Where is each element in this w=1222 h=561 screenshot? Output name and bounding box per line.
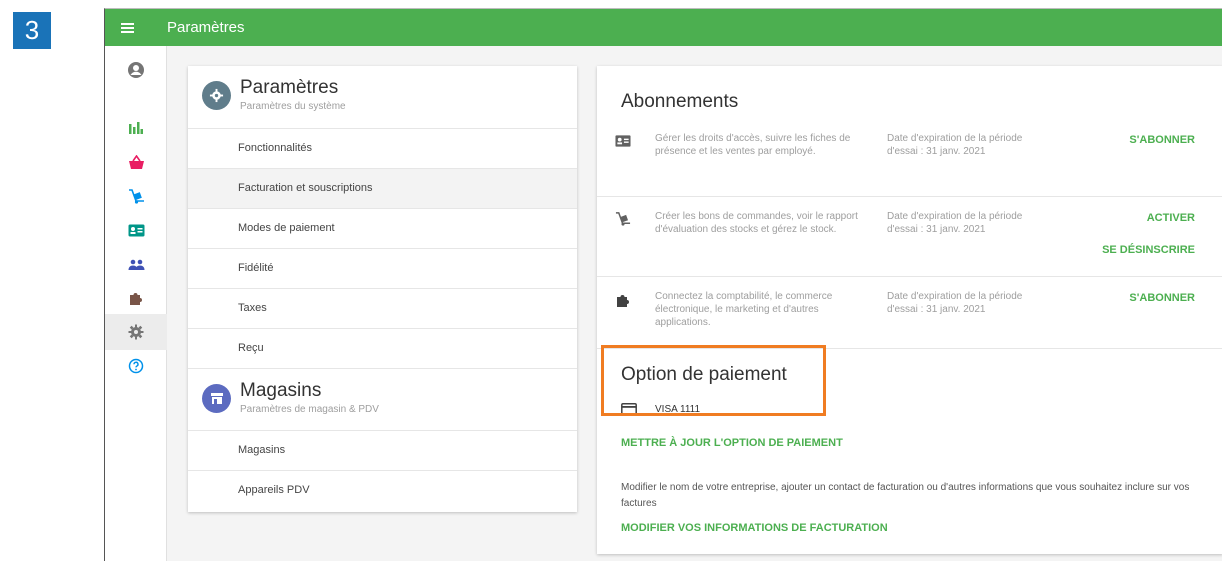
subscription-row-employees: Gérer les droits d'accès, suivre les fic… bbox=[597, 124, 1222, 204]
puzzle-icon bbox=[617, 295, 629, 307]
activate-button[interactable]: ACTIVER bbox=[1147, 212, 1195, 224]
menu-item-receipt[interactable]: Reçu bbox=[188, 328, 577, 368]
app-window: Paramètres Paramètres Paramètres du syst… bbox=[104, 8, 1222, 561]
id-card-icon bbox=[128, 224, 144, 236]
divider bbox=[597, 196, 1222, 197]
bar-chart-icon bbox=[129, 122, 143, 134]
menu-item-label: Taxes bbox=[238, 302, 267, 314]
hand-truck-icon bbox=[128, 188, 144, 204]
people-icon bbox=[128, 259, 144, 270]
basket-icon bbox=[128, 154, 144, 169]
menu-item-label: Fonctionnalités bbox=[238, 142, 312, 154]
subscription-description: Créer les bons de commandes, voir le rap… bbox=[655, 211, 858, 235]
sidebar-item-reports[interactable] bbox=[105, 110, 167, 146]
menu-item-billing[interactable]: Facturation et souscriptions bbox=[188, 168, 577, 208]
payment-option-highlight bbox=[601, 345, 826, 416]
menu-item-pos-devices[interactable]: Appareils PDV bbox=[188, 470, 577, 510]
screenshot: 3 Paramètres Paramètres Paramètres du sy… bbox=[0, 0, 1222, 561]
trial-expiration: Date d'expiration de la période d'essai … bbox=[887, 133, 1023, 157]
sidebar bbox=[105, 46, 167, 561]
menu-item-taxes[interactable]: Taxes bbox=[188, 288, 577, 328]
gear-icon bbox=[128, 324, 144, 340]
menu-item-label: Facturation et souscriptions bbox=[238, 182, 373, 194]
gear-icon bbox=[202, 81, 231, 110]
trial-expiration: Date d'expiration de la période d'essai … bbox=[887, 211, 1023, 235]
trial-expiration: Date d'expiration de la période d'essai … bbox=[887, 291, 1023, 315]
menu-item-label: Magasins bbox=[238, 444, 286, 456]
menu-item-label: Fidélité bbox=[238, 262, 274, 274]
section-title: Magasins bbox=[240, 380, 322, 401]
subscribe-button[interactable]: S'ABONNER bbox=[1129, 134, 1195, 146]
subscription-description: Connectez la comptabilité, le commerce é… bbox=[655, 291, 833, 328]
sidebar-item-sales[interactable] bbox=[105, 144, 167, 180]
menu-item-payment-types[interactable]: Modes de paiement bbox=[188, 208, 577, 248]
edit-billing-info-link[interactable]: MODIFIER VOS INFORMATIONS DE FACTURATION bbox=[621, 522, 888, 534]
section-title: Paramètres bbox=[240, 77, 339, 98]
menu-item-stores[interactable]: Magasins bbox=[188, 430, 577, 470]
puzzle-icon bbox=[130, 293, 142, 305]
store-icon bbox=[202, 384, 231, 413]
subscriptions-title: Abonnements bbox=[621, 91, 739, 112]
sidebar-item-account[interactable] bbox=[105, 52, 167, 88]
hand-truck-icon bbox=[615, 212, 631, 226]
menu-item-features[interactable]: Fonctionnalités bbox=[188, 128, 577, 168]
sidebar-item-help[interactable] bbox=[105, 348, 167, 384]
question-circle-icon bbox=[128, 358, 144, 374]
update-payment-link[interactable]: METTRE À JOUR L'OPTION DE PAIEMENT bbox=[621, 437, 843, 449]
sidebar-item-employees[interactable] bbox=[105, 212, 167, 248]
menu-item-label: Reçu bbox=[238, 342, 264, 354]
subscription-description: Gérer les droits d'accès, suivre les fic… bbox=[655, 133, 851, 157]
billing-card: Abonnements Gérer les droits d'accès, su… bbox=[597, 66, 1222, 554]
sidebar-item-integrations[interactable] bbox=[105, 280, 167, 316]
system-settings-header: Paramètres Paramètres du système bbox=[188, 66, 577, 130]
settings-menu-card: Paramètres Paramètres du système Fonctio… bbox=[188, 66, 577, 512]
user-circle-icon bbox=[128, 62, 144, 78]
page-title: Paramètres bbox=[167, 19, 245, 36]
unsubscribe-button[interactable]: SE DÉSINSCRIRE bbox=[1102, 244, 1195, 256]
sidebar-item-customers[interactable] bbox=[105, 246, 167, 282]
stores-header: Magasins Paramètres de magasin & PDV bbox=[188, 368, 577, 432]
divider bbox=[597, 276, 1222, 277]
section-subtitle: Paramètres de magasin & PDV bbox=[240, 404, 379, 415]
subscribe-button[interactable]: S'ABONNER bbox=[1129, 292, 1195, 304]
step-badge: 3 bbox=[13, 12, 51, 49]
billing-info-text: Modifier le nom de votre entreprise, ajo… bbox=[621, 482, 1190, 509]
menu-item-label: Modes de paiement bbox=[238, 222, 335, 234]
subscription-row-inventory: Créer les bons de commandes, voir le rap… bbox=[597, 202, 1222, 282]
id-card-icon bbox=[615, 135, 631, 147]
menu-item-label: Appareils PDV bbox=[238, 484, 310, 496]
sidebar-item-inventory[interactable] bbox=[105, 178, 167, 214]
section-subtitle: Paramètres du système bbox=[240, 101, 346, 112]
top-bar: Paramètres bbox=[105, 9, 1222, 46]
hamburger-icon[interactable] bbox=[105, 9, 149, 46]
menu-item-loyalty[interactable]: Fidélité bbox=[188, 248, 577, 288]
sidebar-item-settings[interactable] bbox=[105, 314, 167, 350]
